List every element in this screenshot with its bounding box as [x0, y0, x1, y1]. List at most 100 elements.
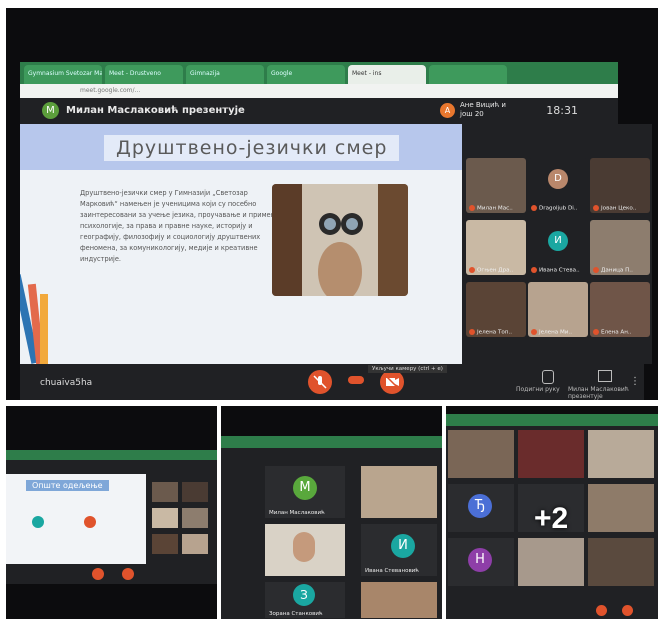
- participant-tile: D Dragoljub Di..: [528, 158, 588, 213]
- participant-initial: Н: [468, 548, 492, 572]
- participant-tile-video: [361, 466, 437, 518]
- meeting-user-label: chuaiva5ha: [40, 378, 93, 388]
- meet-control-bar: [446, 602, 658, 619]
- browser-tab-strip: [6, 450, 217, 460]
- participant-tile: Јелена Топ..: [466, 282, 526, 337]
- binoculars-photo: [272, 184, 408, 296]
- meet-top-bar: М Милан Маслаковић презентује А Ане Вици…: [20, 98, 618, 124]
- participant-initial: М: [293, 476, 317, 500]
- muted-mic-icon: [531, 266, 537, 273]
- muted-mic-icon: [593, 266, 599, 273]
- participant-grid: Милан Мас.. D Dragoljub Di.. Јован Цеко.. Ог…: [462, 124, 652, 364]
- presented-slide: Опште одељење: [6, 474, 146, 564]
- participant-name-text: Dragoljub Di..: [539, 205, 578, 211]
- presenter-label: Милан Маслаковић презентује: [66, 105, 245, 116]
- muted-mic-icon: [469, 328, 475, 335]
- participant-name-text: Ивана Стева..: [539, 267, 580, 273]
- browser-tab[interactable]: Google: [267, 65, 345, 84]
- participant-name-text: Огњен Дра..: [477, 267, 514, 273]
- participant-initial: И: [391, 534, 415, 558]
- meet-top-bar: [6, 460, 217, 474]
- participant-tile-video: [518, 430, 584, 478]
- participant-grid: [146, 474, 217, 564]
- camera-off-button[interactable]: [122, 568, 134, 580]
- participant-name: Огњен Дра..: [469, 266, 514, 273]
- camera-off-button[interactable]: [622, 605, 633, 616]
- camera-off-icon: [384, 374, 400, 390]
- camera-tooltip: Укључи камеру (ctrl + e): [368, 365, 447, 373]
- slide-dot-red: [84, 516, 96, 528]
- participant-name: Ивана Стевановић: [365, 568, 419, 574]
- slide-title: Друштвено-језички смер: [104, 135, 400, 161]
- participant-initial: З: [293, 584, 315, 606]
- participant-name: Елена Ан..: [593, 328, 632, 335]
- participant-tile: И Ивана Стева..: [528, 220, 588, 275]
- participant-grid: М Милан Маслаковић И Ивана Стевановић З …: [221, 448, 442, 619]
- presented-slide: Друштвено-језички смер Друштвено-језички…: [20, 124, 462, 364]
- mic-off-button[interactable]: [92, 568, 104, 580]
- participant-initial: Ђ: [468, 494, 492, 518]
- meeting-photo-middle: М Милан Маслаковић И Ивана Стевановић З …: [221, 406, 442, 619]
- participant-face: [293, 532, 315, 562]
- address-bar[interactable]: meet.google.com/...: [20, 84, 618, 98]
- clock: 18:31: [546, 104, 578, 117]
- muted-mic-icon: [593, 328, 599, 335]
- participant-name: Милан Мас..: [469, 204, 513, 211]
- participant-tile: Јован Цеко..: [590, 158, 650, 213]
- participant-tile: [182, 508, 208, 528]
- browser-tab-strip: Gymnasium Svetozar Markovic Meet - Drust…: [20, 62, 618, 84]
- present-icon[interactable]: [598, 370, 612, 382]
- slide-dot-teal: [32, 516, 44, 528]
- participant-tile: М Милан Маслаковић: [265, 466, 345, 518]
- participant-tile: Огњен Дра..: [466, 220, 526, 275]
- participant-tile: Милан Мас..: [466, 158, 526, 213]
- overflow-count[interactable]: +2: [534, 502, 568, 536]
- participant-name-text: Даница П..: [601, 267, 633, 273]
- mic-off-button[interactable]: [308, 370, 332, 394]
- participant-tile: Јелена Ми..: [528, 282, 588, 337]
- browser-tab-active[interactable]: Meet - ins: [348, 65, 426, 84]
- participant-name-text: Јован Цеко..: [601, 205, 637, 211]
- participant-tile-video: [265, 524, 345, 576]
- participant-name-text: Милан Мас..: [477, 205, 513, 211]
- meet-control-bar: chuaiva5ha Укључи камеру (ctrl + e) Поди…: [20, 364, 644, 400]
- participant-name-text: Елена Ан..: [601, 329, 632, 335]
- participant-name: Милан Маслаковић: [269, 510, 325, 516]
- participant-name: Јован Цеко..: [593, 204, 637, 211]
- participant-name-text: Јелена Ми..: [539, 329, 572, 335]
- more-options-icon[interactable]: ⋮: [630, 376, 640, 387]
- slide-title: Опште одељење: [26, 480, 109, 491]
- hang-up-button[interactable]: [348, 376, 364, 384]
- meeting-photo-right: Ђ Н +2: [446, 406, 658, 619]
- participant-tile: Даница П..: [590, 220, 650, 275]
- raise-hand-label[interactable]: Подигни руку: [516, 386, 560, 393]
- participant-name: Јелена Ми..: [531, 328, 572, 335]
- raise-hand-icon[interactable]: [542, 370, 554, 384]
- participant-tile-video: [588, 484, 654, 532]
- participant-tile: И Ивана Стевановић: [361, 524, 437, 576]
- browser-tab[interactable]: Meet - Drustveno: [105, 65, 183, 84]
- participant-avatar: А: [440, 103, 455, 118]
- participant-initial: И: [548, 230, 568, 251]
- participant-tile: [152, 508, 178, 528]
- main-meeting-photo: Gymnasium Svetozar Markovic Meet - Drust…: [6, 8, 658, 400]
- pencils-decoration: [20, 274, 48, 364]
- participant-name: Јелена Топ..: [469, 328, 513, 335]
- browser-tab[interactable]: Gimnazija: [186, 65, 264, 84]
- participant-tile: [182, 534, 208, 554]
- browser-tab-strip: [221, 436, 442, 448]
- meeting-photo-left: Опште одељење: [6, 406, 217, 619]
- browser-tab[interactable]: Gymnasium Svetozar Markovic: [24, 65, 102, 84]
- participant-tile-video: [361, 582, 437, 618]
- muted-mic-icon: [531, 204, 537, 211]
- camera-off-button[interactable]: [380, 370, 404, 394]
- mic-off-button[interactable]: [596, 605, 607, 616]
- participant-tile-video: [588, 538, 654, 586]
- participants-summary[interactable]: Ане Вицић и још 20: [460, 101, 508, 119]
- participant-name-text: Јелена Топ..: [477, 329, 513, 335]
- participant-tile: Ђ: [448, 484, 514, 532]
- muted-mic-icon: [469, 266, 475, 273]
- browser-tab[interactable]: [429, 65, 507, 84]
- participant-tile: [182, 482, 208, 502]
- slide-body: Друштвено-језички смер у Гимназији „Свет…: [80, 189, 279, 263]
